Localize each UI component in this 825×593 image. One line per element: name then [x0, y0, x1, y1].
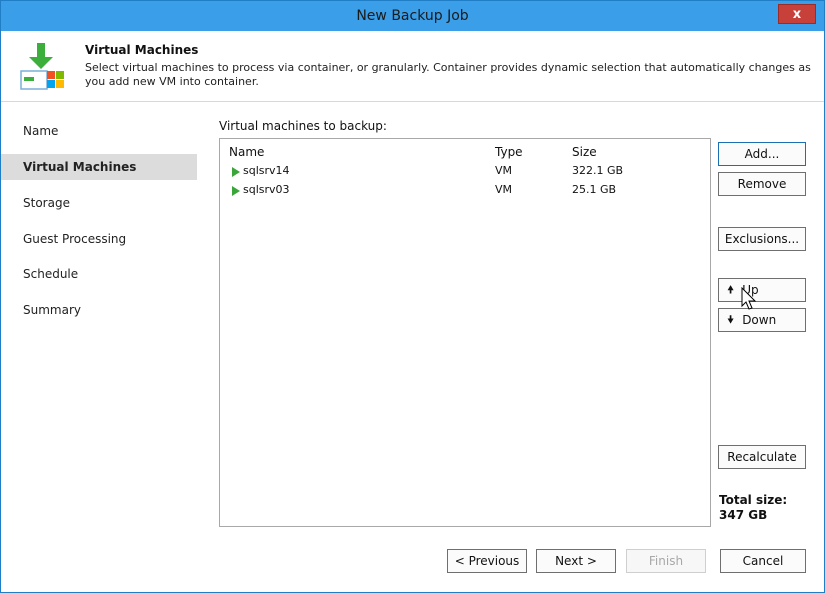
total-size-label: Total size: — [719, 493, 788, 507]
wizard-header: Virtual Machines Select virtual machines… — [1, 31, 824, 102]
nav-step-storage[interactable]: Storage — [1, 190, 197, 216]
total-size-value: 347 GB — [719, 508, 768, 522]
window-title: New Backup Job — [356, 8, 469, 24]
vm-size: 322.1 GB — [572, 164, 624, 177]
table-row[interactable]: sqlsrv03 VM 25.1 GB — [221, 182, 709, 200]
vm-list[interactable]: Name Type Size sqlsrv14 VM 322.1 GB sqls… — [219, 138, 711, 527]
recalculate-button[interactable]: Recalculate — [718, 445, 806, 469]
up-button[interactable]: 🠝 Up — [718, 278, 806, 302]
nav-step-schedule[interactable]: Schedule — [1, 261, 197, 287]
nav-step-guest-processing[interactable]: Guest Processing — [1, 226, 197, 252]
cancel-button[interactable]: Cancel — [720, 549, 806, 573]
down-button[interactable]: 🠟 Down — [718, 308, 806, 332]
nav-step-virtual-machines[interactable]: Virtual Machines — [1, 154, 197, 180]
close-button[interactable]: x — [778, 4, 816, 24]
nav-step-name[interactable]: Name — [1, 118, 197, 144]
vm-name: sqlsrv14 — [243, 164, 290, 177]
table-row[interactable]: sqlsrv14 VM 322.1 GB — [221, 163, 709, 181]
vm-icon — [232, 167, 240, 177]
backup-wizard-icon — [20, 43, 64, 90]
vm-type: VM — [495, 183, 513, 196]
column-header-name[interactable]: Name — [229, 145, 264, 159]
nav-step-summary[interactable]: Summary — [1, 297, 197, 323]
vm-list-label: Virtual machines to backup: — [219, 119, 387, 133]
backup-job-window: New Backup Job x Virtual Machines Select… — [0, 0, 825, 593]
column-header-type[interactable]: Type — [495, 145, 523, 159]
header-title: Virtual Machines — [85, 43, 199, 57]
header-description: Select virtual machines to process via c… — [85, 61, 811, 88]
add-button[interactable]: Add... — [718, 142, 806, 166]
exclusions-button[interactable]: Exclusions... — [718, 227, 806, 251]
vm-icon — [232, 186, 240, 196]
mouse-cursor-icon — [741, 287, 757, 310]
arrow-up-icon: 🠝 — [727, 282, 735, 296]
vm-type: VM — [495, 164, 513, 177]
column-header-size[interactable]: Size — [572, 145, 597, 159]
vm-size: 25.1 GB — [572, 183, 617, 196]
previous-button[interactable]: < Previous — [447, 549, 527, 573]
finish-button[interactable]: Finish — [626, 549, 706, 573]
arrow-down-icon: 🠟 — [727, 312, 735, 326]
title-bar[interactable]: New Backup Job x — [1, 1, 824, 31]
total-size: Total size: 347 GB — [719, 493, 787, 523]
next-button[interactable]: Next > — [536, 549, 616, 573]
wizard-steps-nav: Name Virtual Machines Storage Guest Proc… — [1, 102, 203, 592]
vm-name: sqlsrv03 — [243, 183, 290, 196]
remove-button[interactable]: Remove — [718, 172, 806, 196]
down-button-label: Down — [742, 313, 777, 327]
